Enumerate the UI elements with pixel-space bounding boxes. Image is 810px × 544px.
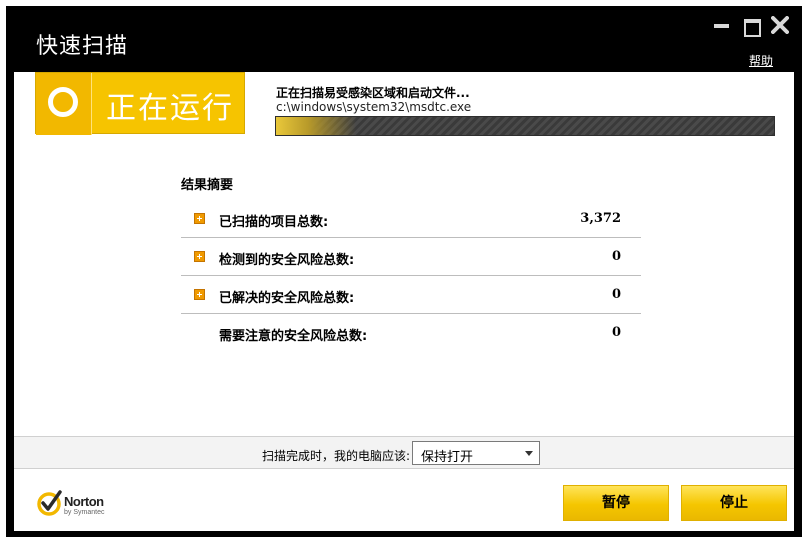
- main-content: 正在运行 正在扫描易受感染区域和启动文件... c:\windows\syste…: [14, 72, 794, 442]
- status-ring-icon: [48, 87, 78, 117]
- row-label: 已解决的安全风险总数:: [219, 291, 355, 306]
- pause-button[interactable]: 暂停: [563, 485, 669, 521]
- expand-plus-icon[interactable]: [194, 289, 205, 300]
- help-link[interactable]: 帮助: [749, 52, 773, 69]
- row-value: 0: [611, 249, 621, 264]
- maximize-button[interactable]: [741, 16, 761, 37]
- post-scan-label: 扫描完成时，我的电脑应该:: [262, 449, 411, 463]
- minimize-button[interactable]: [712, 16, 732, 34]
- row-label: 已扫描的项目总数:: [219, 215, 329, 230]
- summary-title: 结果摘要: [181, 178, 234, 193]
- row-value: 0: [611, 287, 621, 302]
- summary-row-scanned: 已扫描的项目总数: 3,372: [181, 200, 641, 238]
- scan-heading: 正在扫描易受感染区域和启动文件...: [276, 86, 470, 100]
- stop-button[interactable]: 停止: [681, 485, 787, 521]
- expand-plus-icon[interactable]: [194, 251, 205, 262]
- row-value: 3,372: [580, 211, 621, 226]
- status-badge: 正在运行: [35, 72, 245, 135]
- app-window: 快速扫描 帮助 正在运行 正在扫描易受感染区域和启动文件... c:\windo…: [6, 6, 802, 537]
- norton-check-icon: [37, 490, 62, 516]
- dropdown-arrow-icon: [525, 451, 533, 456]
- scan-current-file: c:\windows\system32\msdtc.exe: [276, 100, 472, 114]
- close-icon: [771, 16, 789, 34]
- row-value: 0: [611, 325, 621, 340]
- scan-progress-bar: [275, 116, 775, 136]
- post-scan-selected-value: 保持打开: [421, 450, 474, 465]
- row-label: 检测到的安全风险总数:: [219, 253, 355, 268]
- close-button[interactable]: [770, 16, 790, 34]
- summary-row-resolved: 已解决的安全风险总数: 0: [181, 276, 641, 314]
- brand-sub: by Symantec: [64, 509, 105, 516]
- progress-indicator: [276, 117, 356, 135]
- title-bar: 快速扫描 帮助: [6, 6, 802, 72]
- summary-row-detected: 检测到的安全风险总数: 0: [181, 238, 641, 276]
- post-scan-select[interactable]: 保持打开: [412, 441, 540, 465]
- window-title: 快速扫描: [36, 34, 129, 59]
- post-scan-option-bar: 扫描完成时，我的电脑应该: 保持打开: [14, 436, 794, 468]
- summary-table: 已扫描的项目总数: 3,372 检测到的安全风险总数: 0 已解决的安全风险总数…: [181, 200, 641, 352]
- summary-row-attention: 需要注意的安全风险总数: 0: [181, 314, 641, 352]
- brand-name: Norton: [64, 494, 104, 509]
- row-label: 需要注意的安全风险总数:: [219, 329, 368, 344]
- norton-logo: Norton by Symantec: [36, 489, 116, 519]
- footer: Norton by Symantec 暂停 停止: [14, 468, 794, 531]
- expand-plus-icon[interactable]: [194, 213, 205, 224]
- status-icon-area: [36, 73, 92, 135]
- status-label: 正在运行: [106, 91, 234, 126]
